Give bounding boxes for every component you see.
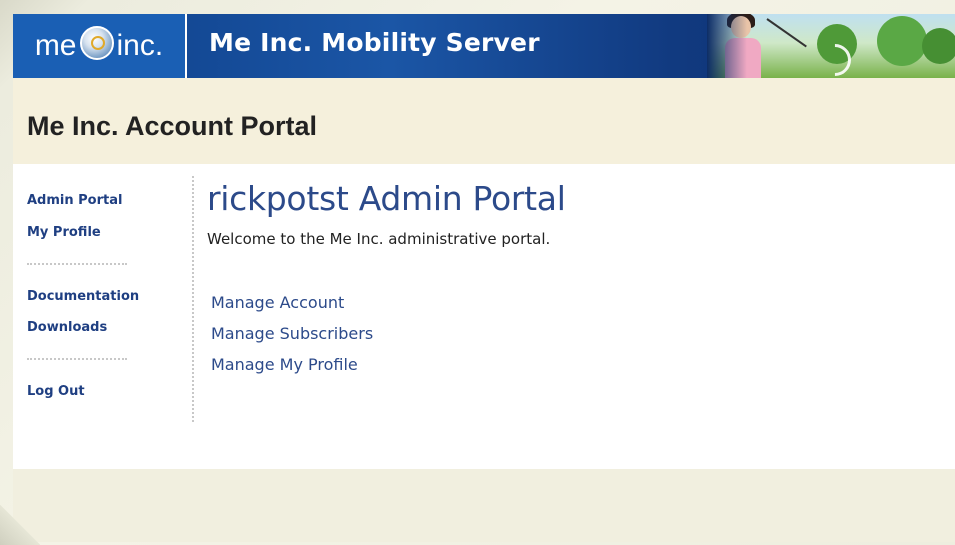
banner-title: Me Inc. Mobility Server	[209, 28, 540, 57]
logo-text-inc: inc.	[116, 29, 164, 62]
action-links: Manage Account Manage Subscribers Manage…	[211, 287, 907, 380]
banner-photo	[707, 14, 955, 78]
header-banner: me inc. Me Inc. Mobility Server	[13, 14, 955, 78]
manage-my-profile-link[interactable]: Manage My Profile	[211, 349, 907, 380]
sidebar-divider	[27, 358, 127, 360]
footer-strip	[13, 469, 955, 542]
sidebar-item-my-profile[interactable]: My Profile	[27, 225, 101, 241]
title-bar: Me Inc. Account Portal	[13, 78, 955, 164]
page-corner	[0, 505, 40, 545]
main-area: rickpotst Admin Portal Welcome to the Me…	[207, 178, 907, 380]
manage-subscribers-link[interactable]: Manage Subscribers	[211, 318, 907, 349]
content-panel: Admin Portal My Profile Documentation Do…	[13, 164, 955, 469]
page-title: rickpotst Admin Portal	[207, 179, 566, 218]
logo-text-me: me	[34, 29, 77, 62]
tree-shape	[922, 28, 955, 64]
manage-account-link[interactable]: Manage Account	[211, 287, 907, 318]
sidebar-divider	[27, 263, 127, 265]
sidebar-item-log-out[interactable]: Log Out	[27, 384, 85, 400]
vertical-divider	[192, 176, 194, 422]
kite-string	[766, 18, 807, 48]
tree-shape	[877, 16, 927, 66]
sidebar-item-documentation[interactable]: Documentation	[27, 289, 167, 305]
globe-logo-icon	[79, 26, 114, 60]
logo[interactable]: me inc.	[13, 14, 187, 78]
portal-title: Me Inc. Account Portal	[27, 111, 318, 141]
sidebar-item-downloads[interactable]: Downloads	[27, 320, 107, 336]
welcome-text: Welcome to the Me Inc. administrative po…	[207, 230, 551, 248]
sidebar-item-admin-portal[interactable]: Admin Portal	[27, 193, 122, 209]
